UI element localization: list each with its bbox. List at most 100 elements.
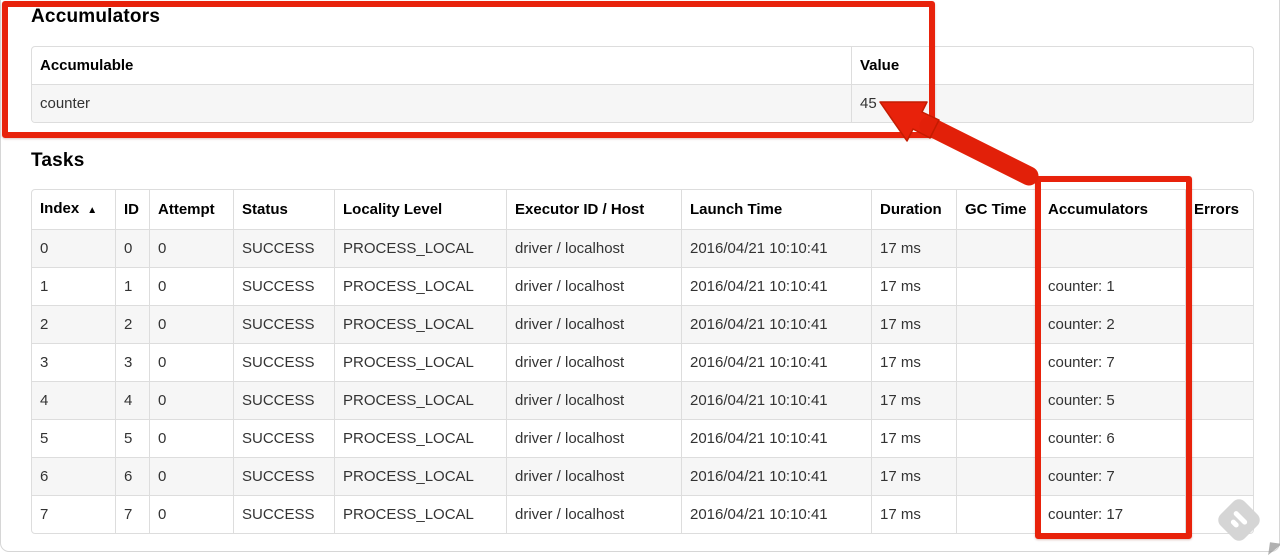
task-cell-accumulators: counter: 2: [1040, 306, 1186, 344]
task-cell-status: SUCCESS: [234, 458, 335, 496]
task-cell-launch-time: 2016/04/21 10:10:41: [682, 420, 872, 458]
task-cell-duration: 17 ms: [872, 306, 957, 344]
task-row: 6 6 0 SUCCESS PROCESS_LOCAL driver / localhos…: [32, 458, 1253, 496]
sort-ascending-icon: ▲: [87, 205, 98, 216]
task-cell-launch-time: 2016/04/21 10:10:41: [682, 458, 872, 496]
task-cell-executor-id-host: driver / localhost: [507, 344, 682, 382]
task-cell-duration: 17 ms: [872, 230, 957, 268]
task-cell-executor-id-host: driver / localhost: [507, 268, 682, 306]
task-cell-errors: [1186, 268, 1253, 306]
task-cell-executor-id-host: driver / localhost: [507, 458, 682, 496]
task-cell-gc-time: [957, 420, 1040, 458]
task-cell-launch-time: 2016/04/21 10:10:41: [682, 382, 872, 420]
task-cell-status: SUCCESS: [234, 344, 335, 382]
task-cell-executor-id-host: driver / localhost: [507, 420, 682, 458]
column-header-gc-time[interactable]: GC Time: [957, 190, 1040, 230]
task-cell-duration: 17 ms: [872, 496, 957, 533]
task-cell-accumulators: counter: 5: [1040, 382, 1186, 420]
accumulators-table-header-row: Accumulable Value: [32, 47, 1253, 85]
task-cell-attempt: 0: [150, 344, 234, 382]
accumulable-value-cell: 45: [852, 85, 1253, 122]
task-cell-launch-time: 2016/04/21 10:10:41: [682, 496, 872, 533]
task-cell-errors: [1186, 230, 1253, 268]
task-cell-gc-time: [957, 496, 1040, 533]
task-cell-id: 7: [116, 496, 150, 533]
column-header-executor-id-host[interactable]: Executor ID / Host: [507, 190, 682, 230]
task-cell-index: 7: [32, 496, 116, 533]
task-cell-gc-time: [957, 458, 1040, 496]
task-cell-locality-level: PROCESS_LOCAL: [335, 344, 507, 382]
task-cell-gc-time: [957, 306, 1040, 344]
task-row: 1 1 0 SUCCESS PROCESS_LOCAL driver / localhos…: [32, 268, 1253, 306]
task-row: 7 7 0 SUCCESS PROCESS_LOCAL driver / localhos…: [32, 496, 1253, 533]
column-header-attempt[interactable]: Attempt: [150, 190, 234, 230]
column-header-launch-time[interactable]: Launch Time: [682, 190, 872, 230]
accumulators-table: Accumulable Value counter 45: [31, 46, 1254, 123]
task-cell-id: 0: [116, 230, 150, 268]
task-cell-errors: [1186, 382, 1253, 420]
task-cell-launch-time: 2016/04/21 10:10:41: [682, 344, 872, 382]
task-cell-index: 0: [32, 230, 116, 268]
task-cell-accumulators: counter: 1: [1040, 268, 1186, 306]
task-cell-index: 2: [32, 306, 116, 344]
task-cell-id: 5: [116, 420, 150, 458]
cursor-artifact: [1268, 542, 1280, 556]
task-cell-errors: [1186, 458, 1253, 496]
task-cell-index: 6: [32, 458, 116, 496]
browser-page: Accumulators Accumulable Value counter 4…: [0, 0, 1280, 556]
task-cell-errors: [1186, 344, 1253, 382]
column-header-index[interactable]: Index ▲: [32, 190, 116, 230]
task-cell-status: SUCCESS: [234, 268, 335, 306]
column-header-accumulators[interactable]: Accumulators: [1040, 190, 1186, 230]
tasks-table: Index ▲ ID Attempt Status Locality Level …: [31, 189, 1254, 534]
task-row: 2 2 0 SUCCESS PROCESS_LOCAL driver / localhos…: [32, 306, 1253, 344]
task-cell-locality-level: PROCESS_LOCAL: [335, 230, 507, 268]
task-cell-locality-level: PROCESS_LOCAL: [335, 458, 507, 496]
task-cell-executor-id-host: driver / localhost: [507, 306, 682, 344]
task-cell-locality-level: PROCESS_LOCAL: [335, 268, 507, 306]
task-cell-id: 4: [116, 382, 150, 420]
task-cell-index: 4: [32, 382, 116, 420]
tasks-table-header-row: Index ▲ ID Attempt Status Locality Level …: [32, 190, 1253, 230]
task-cell-locality-level: PROCESS_LOCAL: [335, 496, 507, 533]
task-cell-accumulators: [1040, 230, 1186, 268]
task-cell-status: SUCCESS: [234, 420, 335, 458]
task-cell-locality-level: PROCESS_LOCAL: [335, 420, 507, 458]
column-header-value: Value: [852, 47, 1253, 85]
task-cell-errors: [1186, 420, 1253, 458]
task-cell-attempt: 0: [150, 306, 234, 344]
task-cell-errors: [1186, 306, 1253, 344]
task-cell-index: 5: [32, 420, 116, 458]
task-cell-executor-id-host: driver / localhost: [507, 382, 682, 420]
column-header-errors[interactable]: Errors: [1186, 190, 1253, 230]
accumulable-name-cell: counter: [32, 85, 852, 122]
task-cell-gc-time: [957, 344, 1040, 382]
task-row: 0 0 0 SUCCESS PROCESS_LOCAL driver / localhos…: [32, 230, 1253, 268]
accumulators-section-heading: Accumulators: [31, 6, 161, 27]
task-cell-attempt: 0: [150, 496, 234, 533]
column-header-locality-level[interactable]: Locality Level: [335, 190, 507, 230]
task-cell-accumulators: counter: 7: [1040, 458, 1186, 496]
task-cell-index: 3: [32, 344, 116, 382]
task-cell-duration: 17 ms: [872, 382, 957, 420]
column-header-status[interactable]: Status: [234, 190, 335, 230]
task-cell-id: 1: [116, 268, 150, 306]
task-cell-attempt: 0: [150, 268, 234, 306]
task-cell-locality-level: PROCESS_LOCAL: [335, 382, 507, 420]
tasks-table-body: 0 0 0 SUCCESS PROCESS_LOCAL driver / localhos…: [32, 230, 1253, 533]
accumulator-row: counter 45: [32, 85, 1253, 122]
task-cell-launch-time: 2016/04/21 10:10:41: [682, 306, 872, 344]
task-cell-launch-time: 2016/04/21 10:10:41: [682, 268, 872, 306]
task-cell-status: SUCCESS: [234, 230, 335, 268]
column-header-duration[interactable]: Duration: [872, 190, 957, 230]
task-cell-accumulators: counter: 17: [1040, 496, 1186, 533]
task-cell-gc-time: [957, 230, 1040, 268]
task-cell-duration: 17 ms: [872, 344, 957, 382]
task-cell-accumulators: counter: 6: [1040, 420, 1186, 458]
task-cell-id: 2: [116, 306, 150, 344]
task-cell-duration: 17 ms: [872, 458, 957, 496]
column-header-id[interactable]: ID: [116, 190, 150, 230]
watermark-icon: [1218, 499, 1260, 541]
task-cell-id: 6: [116, 458, 150, 496]
column-header-accumulable: Accumulable: [32, 47, 852, 85]
